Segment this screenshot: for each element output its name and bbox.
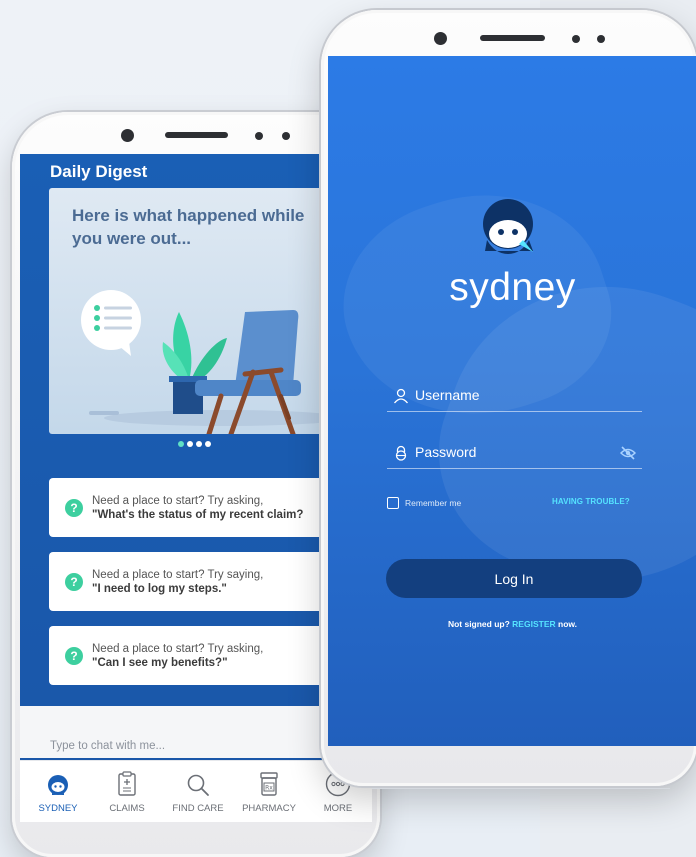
suggestion-intro: Need a place to start? Try saying, xyxy=(92,568,264,581)
pager-dot[interactable] xyxy=(196,441,202,447)
pill-bottle-icon: Rx xyxy=(260,772,278,796)
sensor-dot xyxy=(597,35,605,43)
login-button[interactable]: Log In xyxy=(386,559,642,598)
suggestion-question: "Can I see my benefits?" xyxy=(92,656,228,669)
chat-input[interactable]: Type to chat with me... xyxy=(50,740,165,752)
sensor-dot xyxy=(572,35,580,43)
password-label: Password xyxy=(415,444,477,460)
suggestion-question: "What's the status of my recent claim? xyxy=(92,508,304,521)
camera-icon xyxy=(121,129,134,142)
tab-find-care[interactable]: FIND CARE xyxy=(166,769,230,814)
svg-text:Rx: Rx xyxy=(265,785,273,792)
digest-hero-card[interactable]: Here is what happened while you were out… xyxy=(49,188,349,434)
remember-me-checkbox[interactable]: Remember me xyxy=(387,497,461,509)
right-phone-frame: sydney Username Password Remember me HAV… xyxy=(321,10,696,786)
user-icon xyxy=(393,388,409,404)
remember-me-label: Remember me xyxy=(405,498,462,508)
tab-label: MORE xyxy=(323,803,353,814)
lock-icon xyxy=(395,445,407,461)
sensor-dot xyxy=(282,132,290,140)
sensor-dot xyxy=(255,132,263,140)
suggestion-card[interactable]: ? Need a place to start? Try saying, "I … xyxy=(49,552,349,611)
tab-claims[interactable]: CLAIMS xyxy=(95,769,159,814)
signup-text: Not signed up? REGISTER now. xyxy=(328,619,696,629)
clipboard-icon xyxy=(118,771,136,796)
username-field[interactable]: Username xyxy=(387,376,642,412)
question-icon: ? xyxy=(65,498,83,517)
password-field[interactable]: Password xyxy=(387,433,642,469)
checkbox[interactable] xyxy=(387,497,399,509)
suggestion-intro: Need a place to start? Try asking, xyxy=(92,642,264,655)
search-icon xyxy=(187,774,209,796)
sydney-avatar-icon xyxy=(48,775,68,795)
hide-password-icon[interactable] xyxy=(620,446,636,460)
suggestion-card[interactable]: ? Need a place to start? Try asking, "Ca… xyxy=(49,626,349,685)
suggestion-intro: Need a place to start? Try asking, xyxy=(92,494,264,507)
daily-digest-title: Daily Digest xyxy=(50,162,148,181)
pager-dot[interactable] xyxy=(178,441,184,447)
tab-label: CLAIMS xyxy=(109,803,145,814)
camera-icon xyxy=(434,32,447,45)
divider xyxy=(372,788,670,789)
living-room-illustration xyxy=(81,290,344,434)
question-icon: ? xyxy=(65,646,83,665)
login-screen: sydney Username Password Remember me HAV… xyxy=(328,56,696,746)
tab-pharmacy[interactable]: Rx PHARMACY xyxy=(237,769,301,814)
hero-text: Here is what happened while you were out… xyxy=(72,206,305,248)
brand-name: sydney xyxy=(449,266,576,309)
question-icon: ? xyxy=(65,572,83,591)
suggestion-question: "I need to log my steps." xyxy=(92,582,227,595)
username-label: Username xyxy=(415,387,480,403)
tab-sydney[interactable]: SYDNEY xyxy=(26,769,90,814)
tab-label: FIND CARE xyxy=(172,803,224,814)
register-link[interactable]: REGISTER xyxy=(512,619,555,629)
signup-prefix: Not signed up? xyxy=(447,619,510,629)
carousel-pager[interactable] xyxy=(178,441,211,447)
chat-home-screen: Daily Digest Here is what happened while… xyxy=(20,154,372,822)
speaker-grille xyxy=(480,35,545,41)
signup-suffix: now. xyxy=(558,619,578,629)
tab-label: SYDNEY xyxy=(38,803,78,814)
sydney-logo-icon xyxy=(483,199,533,254)
pager-dot[interactable] xyxy=(187,441,193,447)
pager-dot[interactable] xyxy=(205,441,211,447)
suggestion-card[interactable]: ? Need a place to start? Try asking, "Wh… xyxy=(49,478,349,537)
having-trouble-link[interactable]: HAVING TROUBLE? xyxy=(552,497,630,506)
bottom-tab-bar: SYDNEY CLAIMS FIND CARE Rx PHARMACY MORE xyxy=(20,760,372,822)
speaker-grille xyxy=(165,132,228,138)
tab-label: PHARMACY xyxy=(242,803,296,814)
